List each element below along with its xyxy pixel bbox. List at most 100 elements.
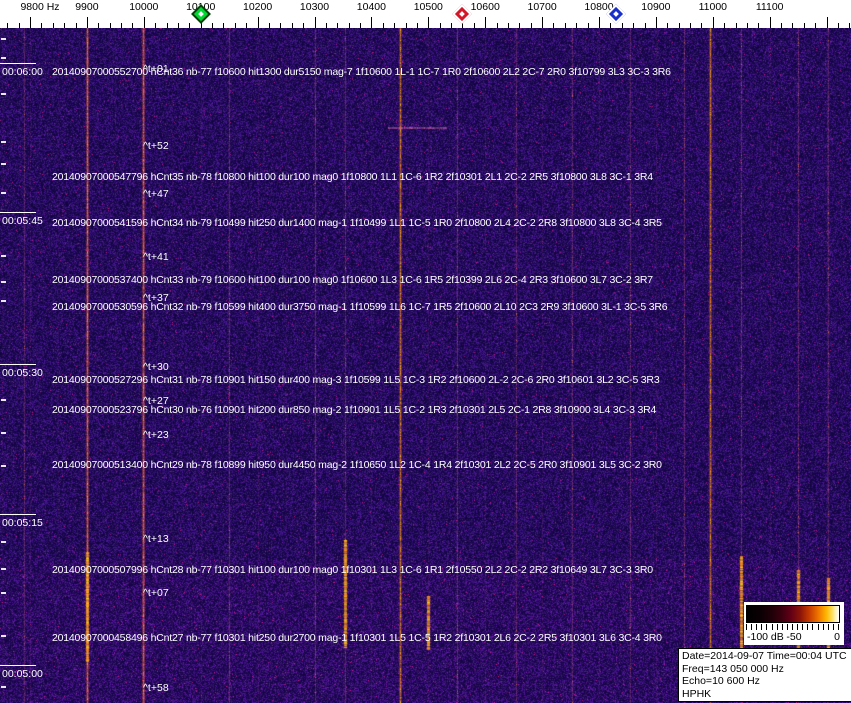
frequency-tick	[394, 23, 395, 28]
frequency-tick	[303, 23, 304, 28]
status-echo-frequency: Echo=10 600 Hz	[682, 675, 848, 688]
db-scale-tick	[818, 624, 819, 630]
db-scale-tick	[807, 624, 808, 630]
frequency-tick	[736, 23, 737, 28]
frequency-tick-label: 9800 Hz	[20, 1, 59, 13]
frequency-tick	[690, 23, 691, 28]
frequency-tick	[19, 23, 20, 28]
frequency-tick-label: 11100	[756, 1, 784, 13]
db-scale-tick	[792, 624, 793, 630]
frequency-tick	[588, 23, 589, 28]
frequency-tick-label: 10700	[527, 1, 556, 13]
frequency-tick-label: 10200	[243, 1, 272, 13]
frequency-tick	[132, 23, 133, 28]
frequency-tick	[724, 23, 725, 28]
db-scale-tick	[787, 624, 788, 630]
frequency-tick	[849, 23, 850, 28]
frequency-tick	[656, 17, 657, 28]
db-scale-tick	[833, 624, 834, 630]
frequency-tick	[792, 23, 793, 28]
db-scale-mid-label: -50	[786, 631, 801, 643]
frequency-tick	[645, 23, 646, 28]
frequency-tick	[679, 23, 680, 28]
marker-center-dot	[613, 11, 619, 17]
frequency-tick	[497, 23, 498, 28]
frequency-tick	[758, 23, 759, 28]
frequency-tick-label: 10000	[129, 1, 158, 13]
frequency-tick	[189, 23, 190, 28]
db-scale-tick	[756, 624, 757, 630]
frequency-tick	[280, 23, 281, 28]
frequency-tick	[212, 23, 213, 28]
frequency-tick	[30, 17, 31, 28]
frequency-tick	[235, 23, 236, 28]
frequency-tick	[713, 17, 714, 28]
status-date-time: Date=2014-09-07 Time=00:04 UTC	[682, 650, 848, 663]
frequency-tick	[53, 23, 54, 28]
frequency-tick-label: 10600	[471, 1, 500, 13]
status-frequency: Freq=143 050 000 Hz	[682, 663, 848, 676]
frequency-tick	[747, 23, 748, 28]
db-scale-tick	[751, 624, 752, 630]
frequency-tick	[41, 23, 42, 28]
frequency-tick	[553, 23, 554, 28]
frequency-tick	[701, 23, 702, 28]
frequency-tick-label: 10400	[357, 1, 386, 13]
db-scale-tick	[802, 624, 803, 630]
db-scale-tick	[766, 624, 767, 630]
frequency-tick	[622, 23, 623, 28]
marker-center-dot	[198, 11, 204, 17]
db-scale-max-label: 0	[834, 631, 840, 643]
frequency-tick-label: 9900	[75, 1, 98, 13]
frequency-tick	[838, 23, 839, 28]
frequency-tick	[326, 23, 327, 28]
frequency-tick	[770, 17, 771, 28]
frequency-tick	[827, 17, 828, 28]
frequency-tick	[610, 23, 611, 28]
frequency-tick-label: 10500	[414, 1, 443, 13]
db-scale-tick	[777, 624, 778, 630]
frequency-tick	[667, 23, 668, 28]
frequency-tick-label: 10300	[300, 1, 329, 13]
frequency-tick	[178, 23, 179, 28]
spectrogram-display	[0, 28, 851, 703]
frequency-tick	[485, 17, 486, 28]
frequency-tick	[508, 23, 509, 28]
frequency-tick	[76, 23, 77, 28]
frequency-tick	[121, 23, 122, 28]
frequency-tick-label: 10900	[641, 1, 670, 13]
db-scale-tick	[772, 624, 773, 630]
frequency-tick	[64, 23, 65, 28]
frequency-tick	[781, 23, 782, 28]
red-diamond-marker	[453, 4, 473, 24]
db-scale-min-label: -100 dB	[747, 631, 784, 643]
db-scale-tick	[828, 624, 829, 630]
frequency-tick	[155, 23, 156, 28]
frequency-tick	[633, 23, 634, 28]
frequency-tick	[531, 23, 532, 28]
status-station-id: HPHK	[682, 688, 848, 701]
frequency-tick	[349, 23, 350, 28]
marker-center-dot	[460, 11, 466, 17]
frequency-tick	[815, 23, 816, 28]
frequency-tick	[542, 17, 543, 28]
frequency-tick	[167, 23, 168, 28]
frequency-tick	[428, 17, 429, 28]
frequency-tick	[417, 23, 418, 28]
frequency-tick	[246, 23, 247, 28]
frequency-axis: 9800 Hz990010000101001020010300104001050…	[0, 0, 851, 28]
frequency-tick	[144, 17, 145, 28]
frequency-tick	[406, 23, 407, 28]
frequency-tick	[7, 23, 8, 28]
frequency-tick	[519, 23, 520, 28]
db-scale-tick	[812, 624, 813, 630]
frequency-tick-label: 11000	[699, 1, 727, 13]
db-scale-ticks	[746, 624, 840, 631]
db-scale-tick	[797, 624, 798, 630]
frequency-tick	[87, 17, 88, 28]
db-scale-tick	[838, 624, 839, 630]
spectrogram-window: 9800 Hz990010000101001020010300104001050…	[0, 0, 851, 703]
db-scale-tick	[761, 624, 762, 630]
frequency-tick	[804, 23, 805, 28]
frequency-tick	[383, 23, 384, 28]
